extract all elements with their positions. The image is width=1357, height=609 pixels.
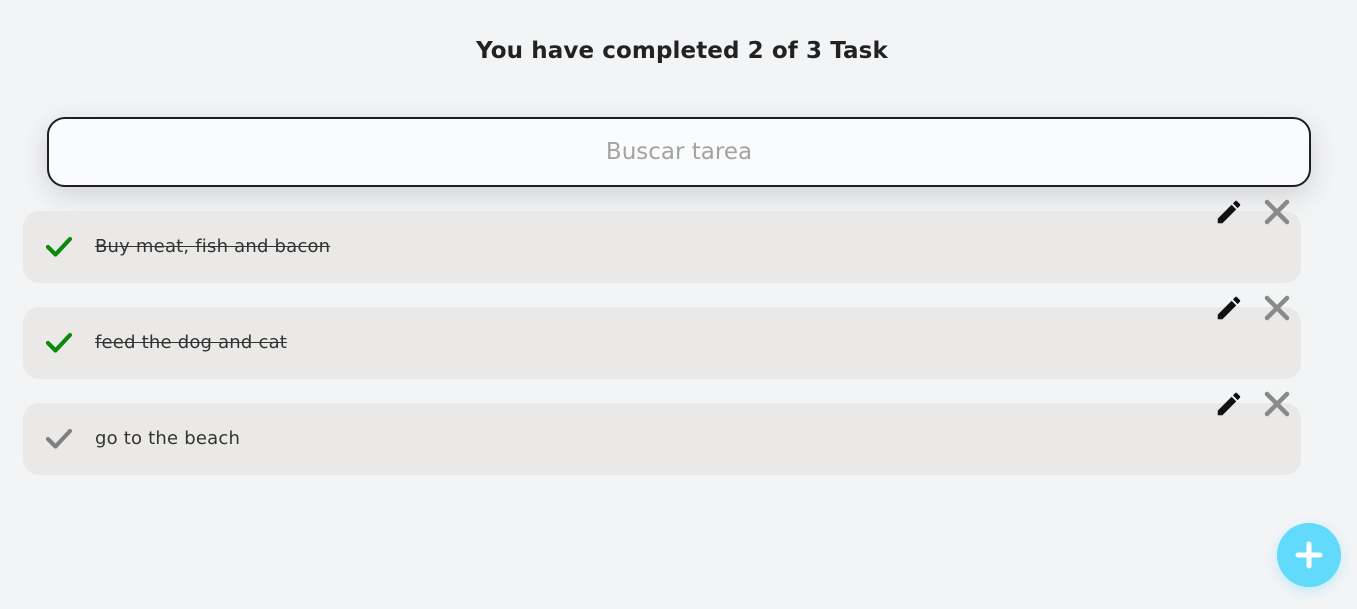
check-icon[interactable]	[45, 427, 73, 451]
pencil-icon[interactable]	[1214, 389, 1244, 419]
completion-counter: You have completed 2 of 3 Task	[0, 38, 1357, 64]
counter-prefix: You have completed	[476, 38, 740, 64]
close-icon[interactable]	[1262, 197, 1292, 227]
pencil-icon[interactable]	[1214, 197, 1244, 227]
completed-count: 2	[747, 38, 764, 64]
add-todo-button[interactable]	[1277, 523, 1341, 587]
todo-text: go to the beach	[95, 428, 241, 449]
total-count: 3	[806, 38, 823, 64]
search-input[interactable]	[49, 119, 1309, 185]
todo-item: go to the beach	[23, 391, 1301, 475]
todo-text: feed the dog and cat	[95, 332, 288, 353]
counter-of: of	[771, 38, 798, 64]
close-icon[interactable]	[1262, 293, 1292, 323]
pencil-icon[interactable]	[1214, 293, 1244, 323]
close-icon[interactable]	[1262, 389, 1292, 419]
search-box	[47, 117, 1311, 187]
counter-suffix: Task	[830, 38, 888, 64]
check-icon[interactable]	[45, 235, 73, 259]
check-icon[interactable]	[45, 331, 73, 355]
todo-text: Buy meat, fish and bacon	[95, 236, 331, 257]
todo-item: feed the dog and cat	[23, 295, 1301, 379]
todo-item: Buy meat, fish and bacon	[23, 199, 1301, 283]
